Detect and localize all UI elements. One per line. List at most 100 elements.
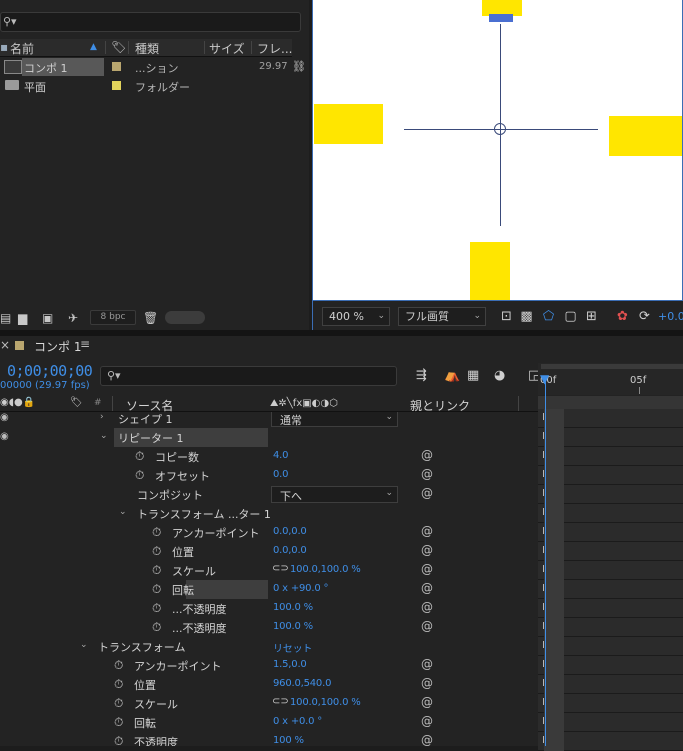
interpret-footage-icon[interactable]: ▤ (0, 311, 11, 325)
shy-layers-icon[interactable]: ⛺ (444, 368, 460, 383)
track-row[interactable]: I (538, 466, 683, 485)
label-swatch[interactable] (112, 81, 121, 90)
track-row[interactable]: I (538, 599, 683, 618)
comp-mini-flowchart-icon[interactable]: ⇶ (416, 368, 427, 383)
property-row[interactable]: ⏱ コピー数 4.0 @ (0, 447, 538, 466)
project-item-folder[interactable]: 平面 フォルダー (0, 77, 292, 95)
pick-whip-icon[interactable]: @ (421, 581, 433, 595)
property-row[interactable]: コンポジット 下へ ⌄ @ (0, 485, 538, 504)
stopwatch-icon[interactable]: ⏱ (152, 582, 161, 597)
playhead-icon[interactable]: ▼ (540, 372, 549, 386)
stopwatch-icon[interactable]: ⏱ (114, 658, 123, 673)
twirl-toggle-icon[interactable]: ⌄ (100, 431, 108, 441)
twirl-toggle-icon[interactable]: ⌄ (80, 640, 88, 650)
channels-icon[interactable]: ✿ (614, 308, 631, 325)
property-value[interactable]: 960.0,540.0 (273, 678, 331, 689)
col-name[interactable]: 名前 (10, 40, 34, 57)
resolution-dropdown[interactable]: フル画質 ⌄ (398, 307, 486, 326)
mask-path-icon[interactable]: ⬠ (540, 308, 557, 325)
property-row[interactable]: ◉ › シェイプ 1 通常 ⌄ (0, 412, 538, 428)
pick-whip-icon[interactable]: @ (421, 562, 433, 576)
timeline-tab-title[interactable]: コンポ 1 (34, 338, 81, 355)
pick-whip-icon[interactable]: @ (421, 600, 433, 614)
label-swatch[interactable] (112, 62, 121, 71)
property-row[interactable]: ⏱ ...不透明度 100.0 % @ (0, 618, 538, 637)
stopwatch-icon[interactable]: ⏱ (114, 677, 123, 692)
stopwatch-icon[interactable]: ⏱ (114, 715, 123, 730)
twirl-toggle-icon[interactable]: › (100, 412, 104, 422)
col-frame[interactable]: フレ... (257, 40, 292, 57)
pick-whip-icon[interactable]: @ (421, 448, 433, 462)
zoom-dropdown[interactable]: 400 % ⌄ (322, 307, 390, 326)
pick-whip-icon[interactable]: @ (421, 714, 433, 728)
pick-whip-icon[interactable]: @ (421, 543, 433, 557)
property-value[interactable]: 0.0 (273, 469, 289, 480)
label-tag-icon[interactable]: 🏷 (111, 40, 126, 54)
visibility-eye-icon[interactable]: ◉ (0, 412, 9, 423)
constrain-proportions-icon[interactable]: ⊂⊃ (272, 696, 289, 707)
col-size[interactable]: サイズ (209, 40, 245, 57)
track-row[interactable]: I (538, 656, 683, 675)
property-row[interactable]: ⏱ 不透明度 100 % @ (0, 732, 538, 746)
property-row[interactable]: ⌄ トランスフォーム ...ター 1 (0, 504, 538, 523)
property-value[interactable]: 0 x +0.0 ° (273, 716, 322, 727)
property-value[interactable]: 0.0,0.0 (273, 526, 307, 537)
track-row[interactable]: I (538, 561, 683, 580)
exposure-value[interactable]: +0.0 (658, 310, 683, 323)
stopwatch-icon[interactable]: ⏱ (152, 544, 161, 559)
current-time-indicator[interactable] (545, 376, 546, 746)
track-row[interactable]: I (538, 713, 683, 732)
label-tag-icon[interactable]: 🏷 (70, 397, 83, 408)
new-comp-icon[interactable]: ▣ (42, 311, 53, 325)
property-dropdown[interactable]: 通常 ⌄ (271, 412, 398, 427)
track-row[interactable]: I (538, 523, 683, 542)
project-search-input[interactable]: ⚲▾ (0, 12, 301, 32)
property-row[interactable]: ⏱ 回転 0 x +0.0 ° @ (0, 713, 538, 732)
stopwatch-icon[interactable]: ⏱ (152, 525, 161, 540)
property-row[interactable]: ⏱ スケール ⊂⊃ 100.0,100.0 % @ (0, 694, 538, 713)
transparency-grid-icon[interactable]: ▩ (518, 308, 535, 325)
property-row[interactable]: ⏱ 位置 960.0,540.0 @ (0, 675, 538, 694)
property-row[interactable]: ⏱ オフセット 0.0 @ (0, 466, 538, 485)
property-value[interactable]: 100.0,100.0 % (290, 697, 361, 708)
property-row[interactable]: ⌄ トランスフォーム リセット (0, 637, 538, 656)
visibility-eye-icon[interactable]: ◉ (0, 431, 9, 442)
frame-blending-icon[interactable]: ▦ (467, 368, 479, 383)
property-value[interactable]: 100.0 % (273, 621, 313, 632)
property-value[interactable]: 0.0,0.0 (273, 545, 307, 556)
fast-preview-icon[interactable]: ⊡ (498, 308, 515, 325)
property-value[interactable]: 100 % (273, 735, 304, 746)
timeline-graph[interactable]: 00f 05f IIIIIIIIIIIIIIIIII ▼ (538, 356, 683, 751)
render-queue-icon[interactable]: ✈ (68, 311, 78, 325)
tab-menu-icon[interactable]: ≡ (80, 337, 90, 351)
property-value[interactable]: 100.0 % (273, 602, 313, 613)
track-row[interactable]: I (538, 504, 683, 523)
stopwatch-icon[interactable]: ⏱ (152, 620, 161, 635)
av-switches-icons[interactable]: ◉◖●🔒 (0, 397, 35, 408)
guides-icon[interactable]: ⊞ (583, 308, 600, 325)
constrain-proportions-icon[interactable]: ⊂⊃ (272, 563, 289, 574)
thumbnail-slider[interactable] (165, 311, 205, 324)
timeline-search-input[interactable]: ⚲▾ (100, 366, 397, 386)
stopwatch-icon[interactable]: ⏱ (135, 449, 144, 464)
new-folder-icon[interactable]: ▆ (18, 311, 27, 325)
stopwatch-icon[interactable]: ⏱ (114, 696, 123, 711)
track-row[interactable]: I (538, 542, 683, 561)
motion-blur-icon[interactable]: ◕ (494, 368, 505, 383)
pick-whip-icon[interactable]: @ (421, 524, 433, 538)
property-value[interactable]: 0 x +90.0 ° (273, 583, 328, 594)
region-of-interest-icon[interactable]: ▢ (562, 308, 579, 325)
pick-whip-icon[interactable]: @ (421, 467, 433, 481)
project-item-comp[interactable]: コンポ 1 ...ション 29.97 ⛓ (0, 58, 306, 76)
pick-whip-icon[interactable]: @ (421, 486, 433, 500)
layer-switches-icons[interactable]: ⛰✲╲fx▣◐◑⬡ (270, 398, 338, 409)
stopwatch-icon[interactable]: ⏱ (152, 563, 161, 578)
property-row[interactable]: ⏱ スケール ⊂⊃ 100.0,100.0 % @ (0, 561, 538, 580)
track-row[interactable]: I (538, 580, 683, 599)
close-icon[interactable]: × (0, 338, 10, 352)
flowchart-icon[interactable]: ⛓ (292, 60, 306, 73)
current-time-display[interactable]: 0;00;00;00 (7, 362, 93, 380)
pick-whip-icon[interactable]: @ (421, 676, 433, 690)
property-value[interactable]: 4.0 (273, 450, 289, 461)
property-row[interactable]: ⏱ ...不透明度 100.0 % @ (0, 599, 538, 618)
